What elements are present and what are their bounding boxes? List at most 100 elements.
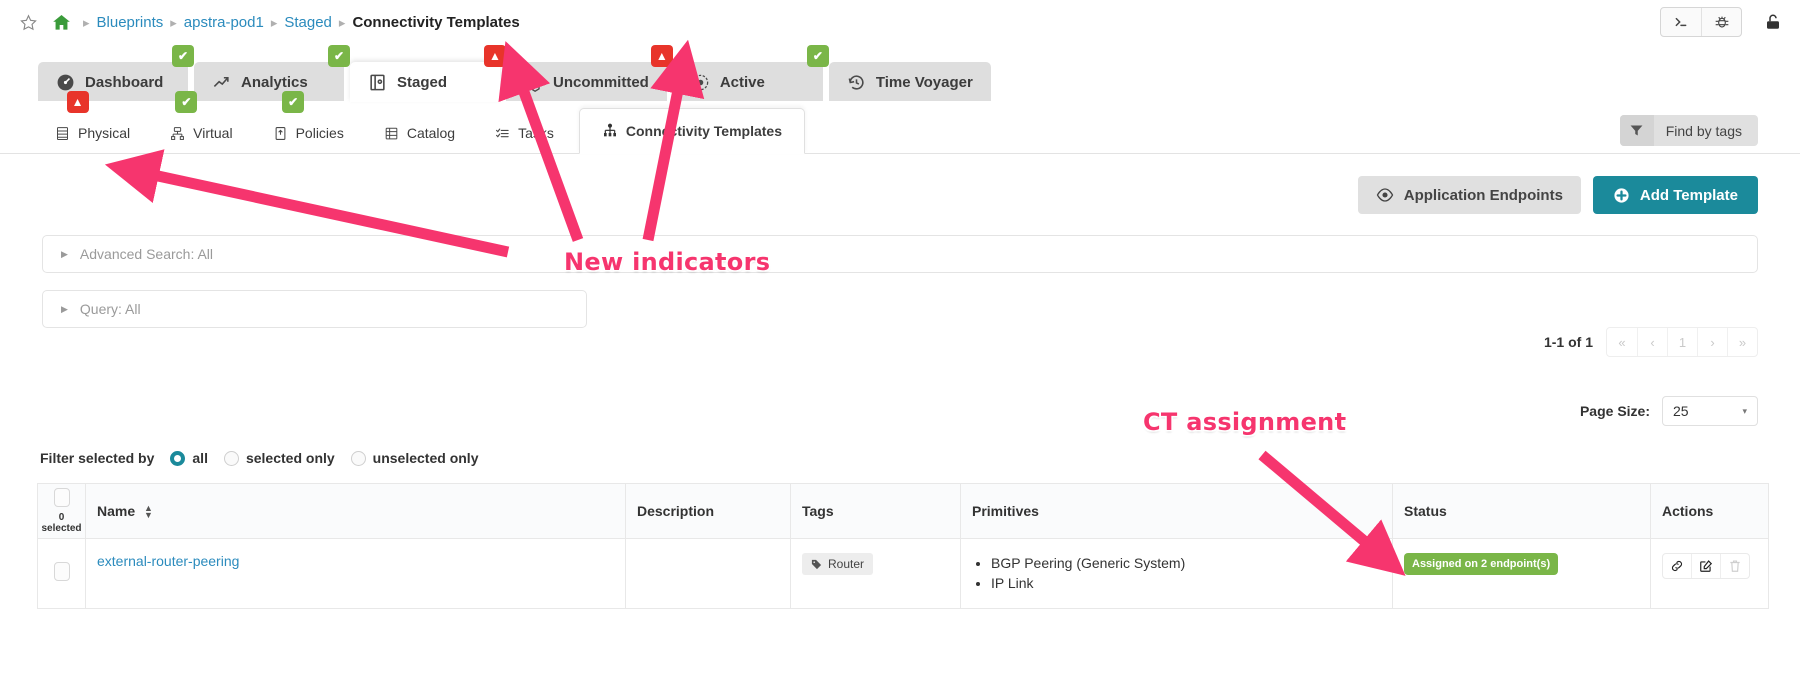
tab-staged[interactable]: Staged ▲ xyxy=(350,45,506,102)
breadcrumb-separator: ▸ xyxy=(338,14,346,30)
sidebar-item-connectivity-templates[interactable]: Connectivity Templates xyxy=(578,108,806,154)
breadcrumb-bar: ▸ Blueprints ▸ apstra-pod1 ▸ Staged ▸ Co… xyxy=(0,0,1800,45)
unlock-icon[interactable] xyxy=(1760,7,1786,37)
application-endpoints-label: Application Endpoints xyxy=(1403,186,1563,204)
sidebar-item-catalog[interactable]: Catalog xyxy=(369,113,470,153)
pagination-buttons: « ‹ 1 › » xyxy=(1606,327,1758,357)
template-name-link[interactable]: external-router-peering xyxy=(97,553,239,569)
sub-tab-status-badge-ok: ✔ xyxy=(282,91,305,113)
header-name-label: Name xyxy=(97,502,136,519)
edit-icon[interactable] xyxy=(1691,554,1720,578)
breadcrumb-item-blueprints[interactable]: Blueprints xyxy=(97,14,164,31)
sub-tab-bar: Physical ▲ Virtual ✔ Policies ✔ Catalog … xyxy=(0,91,1800,154)
advanced-search-label: Advanced Search: All xyxy=(79,246,214,262)
breadcrumb-item-apstra-pod1[interactable]: apstra-pod1 xyxy=(184,14,264,31)
active-icon xyxy=(691,73,710,92)
header-primitives: Primitives xyxy=(960,483,1393,539)
pagination-count: 1-1 of 1 xyxy=(1543,334,1593,350)
tasks-icon xyxy=(495,126,510,141)
sidebar-item-policies[interactable]: Policies ✔ xyxy=(258,91,359,153)
header-actions: Actions xyxy=(1650,483,1769,539)
list-item: IP Link xyxy=(991,573,1381,593)
row-checkbox[interactable] xyxy=(53,562,70,582)
tab-status-badge-ok: ✔ xyxy=(172,45,194,67)
sidebar-item-tasks[interactable]: Tasks xyxy=(480,113,569,153)
pagination-next-button[interactable]: › xyxy=(1697,328,1727,356)
tab-dashboard[interactable]: Dashboard ✔ xyxy=(38,45,194,102)
plus-circle-icon xyxy=(1613,187,1630,204)
filter-selected-by-group: Filter selected by all selected only uns… xyxy=(40,450,478,466)
pagination-prev-button[interactable]: ‹ xyxy=(1637,328,1667,356)
pagination-last-button[interactable]: » xyxy=(1727,328,1757,356)
tab-status-badge-ok: ✔ xyxy=(328,45,350,67)
tag-label: Router xyxy=(828,557,865,571)
radio-unselected-only[interactable] xyxy=(350,450,366,466)
uncommitted-icon xyxy=(524,73,543,92)
add-template-button[interactable]: Add Template xyxy=(1592,176,1758,214)
home-icon[interactable] xyxy=(50,12,72,34)
bug-icon[interactable] xyxy=(1701,8,1741,36)
page-size-value: 25 xyxy=(1673,403,1689,419)
page-size-row: Page Size: 25 ▾ xyxy=(1580,396,1758,426)
breadcrumb-item-connectivity-templates: Connectivity Templates xyxy=(352,14,520,31)
staged-icon xyxy=(368,73,387,92)
select-all-checkbox[interactable] xyxy=(53,488,70,507)
breadcrumb-item-staged[interactable]: Staged xyxy=(284,14,332,31)
list-item: BGP Peering (Generic System) xyxy=(991,553,1381,573)
tab-status-badge-warn: ▲ xyxy=(484,45,506,67)
tab-analytics[interactable]: Analytics ✔ xyxy=(194,45,350,102)
tab-label: Uncommitted xyxy=(553,73,649,91)
application-endpoints-button[interactable]: Application Endpoints xyxy=(1357,176,1581,214)
radio-selected-only[interactable] xyxy=(223,450,239,466)
tab-uncommitted[interactable]: Uncommitted ▲ xyxy=(506,45,673,102)
topbar-right-controls xyxy=(1660,7,1786,37)
pagination-first-button[interactable]: « xyxy=(1607,328,1637,356)
page-size-select[interactable]: 25 ▾ xyxy=(1662,396,1758,426)
terminal-button-group xyxy=(1660,7,1742,37)
header-name[interactable]: Name ▲ ▼ xyxy=(85,483,626,539)
sub-tab-status-badge-warn: ▲ xyxy=(66,91,89,113)
row-description-cell xyxy=(625,538,791,609)
sidebar-item-physical[interactable]: Physical ▲ xyxy=(40,91,145,153)
sub-tab-label: Virtual xyxy=(193,125,233,141)
tag-chip[interactable]: Router xyxy=(802,553,874,575)
query-label: Query: All xyxy=(79,301,141,317)
filter-icon xyxy=(1619,115,1654,146)
virtual-icon xyxy=(170,126,185,141)
connectivity-templates-table: 0 selected Name ▲ ▼ Description Tags Prim… xyxy=(37,483,1769,609)
chevron-down-icon: ▾ xyxy=(1742,405,1747,416)
eye-icon xyxy=(1376,188,1394,202)
status-badge: Assigned on 2 endpoint(s) xyxy=(1404,553,1559,575)
table-header-row: 0 selected Name ▲ ▼ Description Tags Prim… xyxy=(37,483,1769,539)
pagination: 1-1 of 1 « ‹ 1 › » xyxy=(1544,327,1758,357)
pagination-page-1-button[interactable]: 1 xyxy=(1667,328,1697,356)
query-panel[interactable]: ▶ Query: All xyxy=(42,290,587,328)
selected-count-label: 0 selected xyxy=(41,512,82,534)
header-select-all: 0 selected xyxy=(37,483,86,539)
tab-active[interactable]: Active ✔ xyxy=(672,45,829,102)
terminal-icon[interactable] xyxy=(1661,8,1701,36)
radio-selected-only-label: selected only xyxy=(245,450,335,466)
row-select-cell xyxy=(37,538,86,609)
tab-label: Analytics xyxy=(241,73,308,91)
radio-all[interactable] xyxy=(170,450,186,466)
page-size-label: Page Size: xyxy=(1579,403,1650,419)
find-by-tags-button[interactable]: Find by tags xyxy=(1619,115,1758,146)
analytics-icon xyxy=(212,73,231,92)
assign-link-icon[interactable] xyxy=(1663,554,1691,578)
tab-label: Active xyxy=(719,73,765,91)
sidebar-item-virtual[interactable]: Virtual ✔ xyxy=(155,91,247,153)
breadcrumb-separator: ▸ xyxy=(83,14,90,30)
main-tab-bar: Dashboard ✔ Analytics ✔ Staged ▲ Uncommi… xyxy=(0,45,1800,102)
advanced-search-panel[interactable]: ▶ Advanced Search: All xyxy=(42,235,1758,273)
favorite-star-icon[interactable] xyxy=(18,13,38,33)
filter-selected-by-label: Filter selected by xyxy=(40,450,155,466)
dashboard-icon xyxy=(56,73,75,92)
tab-time-voyager[interactable]: Time Voyager xyxy=(828,62,991,102)
tab-label: Staged xyxy=(397,73,448,91)
tab-status-badge-warn: ▲ xyxy=(650,45,673,67)
table-row: external-router-peering Router BGP Peeri… xyxy=(37,538,1769,609)
annotation-ct-assignment: CT assignment xyxy=(1143,408,1347,436)
sub-tab-label: Physical xyxy=(78,125,131,141)
sub-tab-label: Connectivity Templates xyxy=(625,123,783,139)
